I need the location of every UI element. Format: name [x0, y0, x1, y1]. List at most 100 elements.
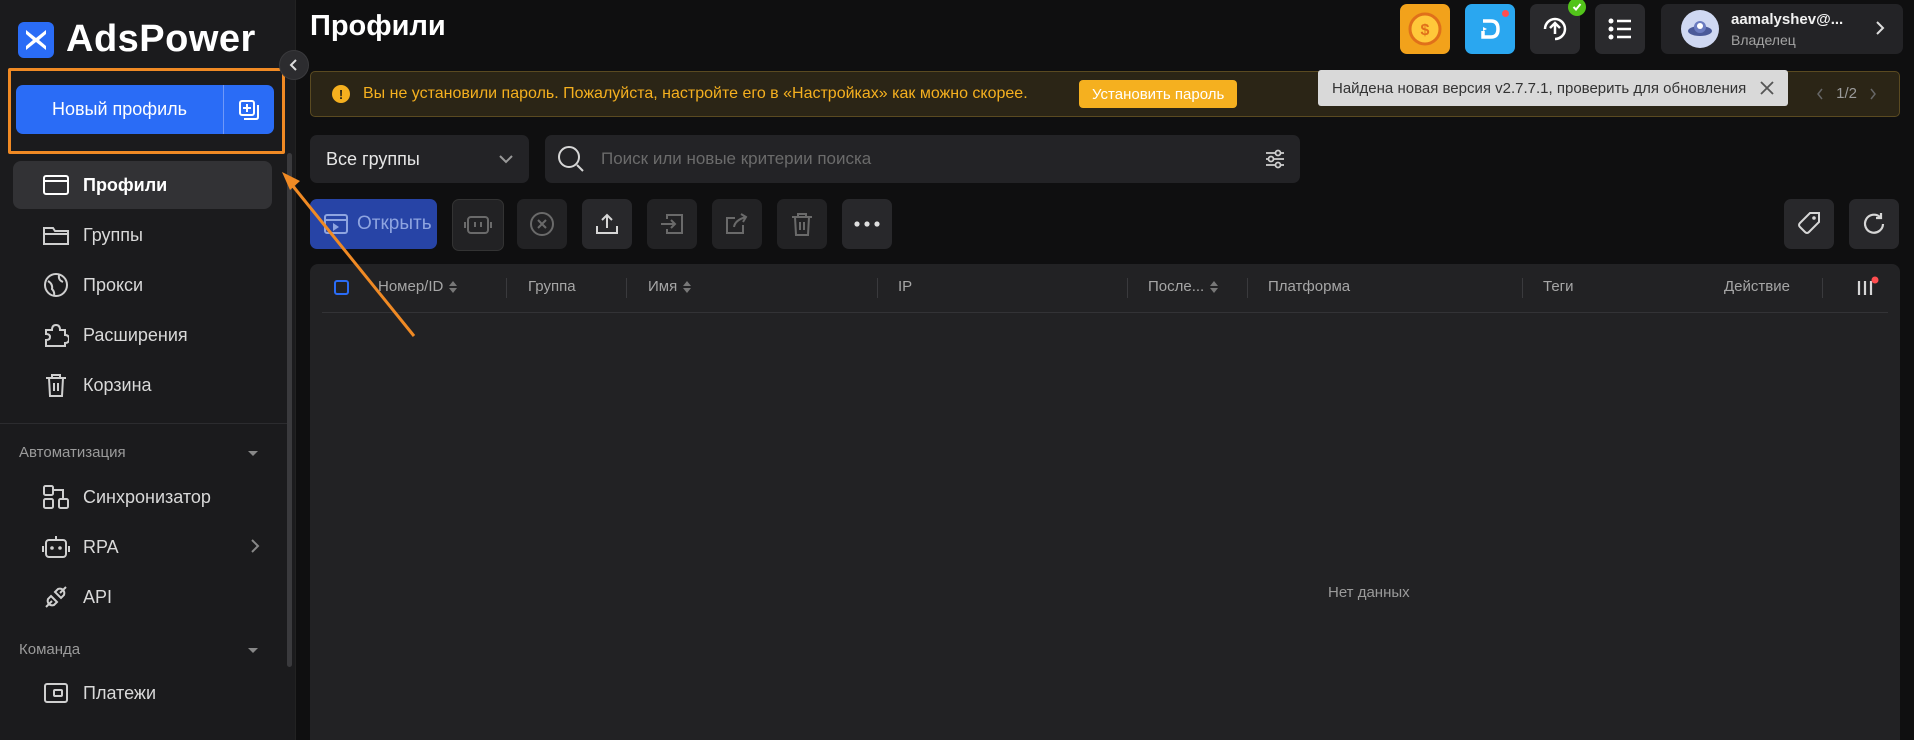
svg-text:$: $ — [1421, 22, 1430, 39]
chevron-right-icon — [1876, 21, 1885, 35]
sync-icon — [41, 482, 71, 512]
refresh-icon — [1863, 213, 1885, 234]
adspower-logo-icon — [18, 21, 54, 58]
import-icon — [661, 214, 683, 234]
open-browser-icon — [324, 214, 348, 234]
close-circle-icon — [530, 212, 554, 236]
sidebar-item-label: API — [83, 586, 113, 607]
chevron-right-icon — [251, 539, 260, 553]
collapse-sidebar-button[interactable] — [279, 50, 309, 80]
delete-button[interactable] — [777, 199, 827, 249]
plug-icon — [41, 582, 71, 612]
sidebar-item-groups[interactable]: Группы — [13, 211, 272, 259]
close-profile-button[interactable] — [517, 199, 567, 249]
column-header-name[interactable]: Имя — [648, 278, 692, 295]
column-header-last-opened[interactable]: После... — [1148, 278, 1219, 295]
column-header-tags[interactable]: Теги — [1543, 278, 1574, 295]
update-button[interactable] — [1530, 0, 1586, 54]
sidebar-item-label: Профили — [83, 174, 168, 195]
sidebar-item-label: Расширения — [83, 324, 188, 345]
search-box[interactable] — [545, 135, 1300, 183]
open-button[interactable]: Открыть — [310, 199, 437, 249]
globe-icon — [41, 270, 71, 300]
sidebar-item-proxy[interactable]: Прокси — [13, 261, 272, 309]
column-label: Группа — [528, 278, 576, 295]
column-header-ip[interactable]: IP — [898, 278, 912, 295]
search-input[interactable] — [599, 140, 1243, 178]
coin-reward-button[interactable]: $ — [1400, 4, 1450, 54]
set-password-button[interactable]: Установить пароль — [1079, 80, 1238, 108]
caret-down-icon[interactable] — [247, 450, 259, 458]
task-list-button[interactable] — [1595, 4, 1645, 54]
sort-icon[interactable] — [448, 280, 458, 294]
list-icon — [1608, 18, 1631, 40]
column-header-action: Действие — [1724, 278, 1790, 295]
column-settings-icon — [1857, 276, 1879, 295]
update-tooltip[interactable]: Найдена новая версия v2.7.7.1, проверить… — [1318, 70, 1789, 106]
sidebar-item-label: Синхронизатор — [83, 486, 211, 507]
sidebar-scrollbar[interactable] — [287, 153, 292, 667]
new-profile-label: Новый профиль — [51, 99, 188, 119]
caret-down-icon[interactable] — [247, 647, 259, 655]
upload-button[interactable] — [582, 199, 632, 249]
column-label: После... — [1148, 278, 1205, 295]
chevron-right-icon[interactable] — [1869, 88, 1877, 100]
user-menu[interactable]: aamalyshev@... Владелец — [1661, 4, 1903, 54]
sidebar-item-label: Прокси — [83, 274, 144, 295]
sidebar-item-label: Платежи — [83, 682, 157, 703]
new-profile-button[interactable]: Новый профиль — [16, 85, 274, 134]
sidebar-item-profiles[interactable]: Профили — [13, 161, 272, 209]
trash-icon — [792, 213, 812, 236]
column-settings-button[interactable] — [1855, 276, 1879, 298]
sidebar-item-rpa[interactable]: RPA — [13, 523, 272, 571]
sidebar-item-extensions[interactable]: Расширения — [13, 311, 272, 359]
trash-icon — [41, 370, 71, 400]
rpa-run-button[interactable] — [452, 199, 504, 251]
user-name: aamalyshev@... — [1731, 10, 1844, 28]
banner-pager: 1/2 — [1816, 85, 1877, 102]
chevron-left-icon — [289, 59, 297, 71]
sidebar-item-trash[interactable]: Корзина — [13, 361, 272, 409]
sidebar-item-api[interactable]: API — [13, 573, 272, 621]
more-actions-button[interactable] — [842, 199, 892, 249]
column-divider — [1247, 278, 1248, 298]
robot-icon — [41, 532, 71, 562]
folder-icon — [41, 220, 71, 250]
column-header-group[interactable]: Группа — [528, 278, 576, 295]
section-title-team[interactable]: Команда — [19, 641, 80, 658]
tag-icon — [1798, 212, 1820, 234]
sort-icon[interactable] — [1209, 280, 1219, 294]
sidebar-divider — [0, 423, 290, 424]
section-title-automation[interactable]: Автоматизация — [19, 444, 126, 461]
batch-add-icon[interactable] — [224, 98, 274, 122]
warning-text: Вы не установили пароль. Пожалуйста, нас… — [363, 85, 1028, 102]
column-label: Действие — [1724, 278, 1790, 295]
column-header-platform[interactable]: Платформа — [1268, 278, 1350, 295]
share-button[interactable] — [712, 199, 762, 249]
group-select[interactable]: Все группы — [310, 135, 529, 183]
column-header-id[interactable]: Номер/ID — [378, 278, 458, 295]
column-divider — [506, 278, 507, 298]
sidebar-item-synchronizer[interactable]: Синхронизатор — [13, 473, 272, 521]
import-button[interactable] — [647, 199, 697, 249]
close-icon[interactable] — [1760, 81, 1774, 95]
column-label: Номер/ID — [378, 278, 444, 295]
chevron-left-icon[interactable] — [1816, 88, 1824, 100]
sort-icon[interactable] — [682, 280, 692, 294]
tags-button[interactable] — [1784, 199, 1834, 249]
refresh-button[interactable] — [1849, 199, 1899, 249]
open-label: Открыть — [357, 213, 432, 234]
share-icon — [726, 213, 748, 234]
header-divider — [322, 312, 1888, 313]
filter-settings-icon[interactable] — [1264, 148, 1286, 170]
upload-icon — [596, 213, 618, 234]
select-all-checkbox[interactable] — [334, 280, 349, 295]
puzzle-icon — [41, 320, 71, 350]
wallet-icon — [41, 678, 71, 708]
sidebar-item-payments[interactable]: Платежи — [13, 669, 272, 717]
app-shortcut-button[interactable] — [1465, 4, 1515, 54]
group-select-value: Все группы — [326, 148, 420, 169]
sidebar-item-label: RPA — [83, 536, 119, 557]
sidebar-item-label: Корзина — [83, 374, 152, 395]
profiles-table: Номер/ID Группа Имя IP После... Платформ… — [310, 264, 1900, 740]
